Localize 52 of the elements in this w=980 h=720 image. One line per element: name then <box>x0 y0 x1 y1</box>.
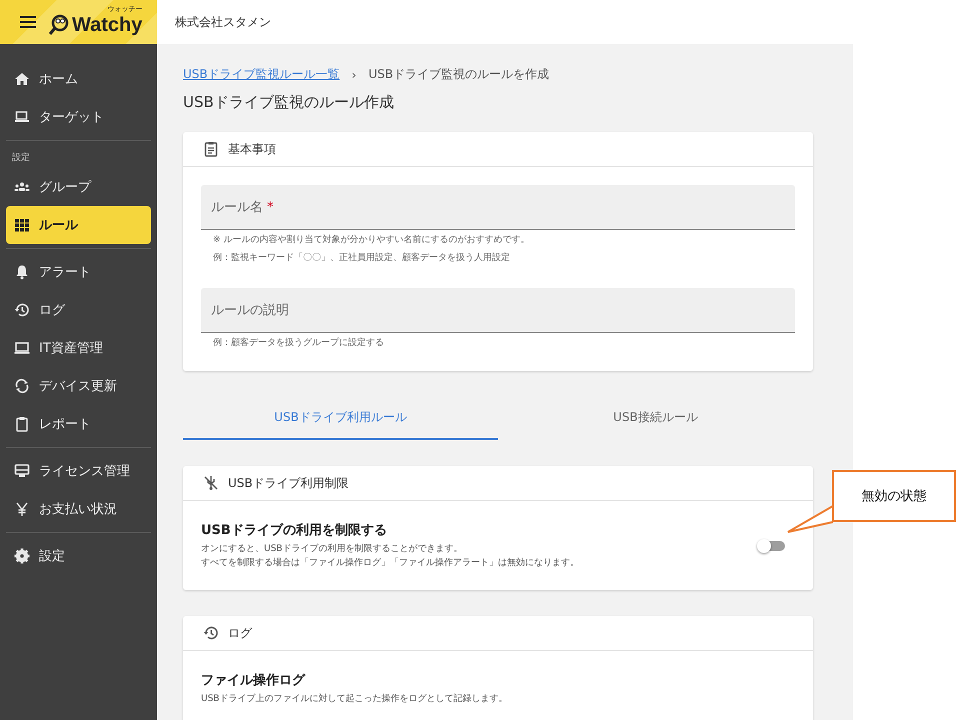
yen-icon <box>14 501 30 517</box>
clipboard-icon <box>14 416 30 432</box>
sidebar-item[interactable]: お支払い状況 <box>6 490 151 528</box>
section-label: 設定 <box>11 152 31 165</box>
magnifier-icon <box>48 14 70 36</box>
card-title: ログ <box>228 624 252 642</box>
home-icon <box>14 71 30 87</box>
card-title: USBドライブ利用制限 <box>228 474 349 492</box>
setting-description: USBドライブ上のファイルに対して起こった操作をログとして記録します。 <box>201 692 508 706</box>
input-field[interactable]: ルール名 * <box>201 185 795 230</box>
toggle-switch[interactable] <box>757 538 785 552</box>
gear-icon <box>14 548 30 564</box>
grid-icon <box>14 217 30 233</box>
breadcrumb-separator: › <box>352 68 356 82</box>
tab[interactable]: USBドライブ利用ルール <box>183 397 498 440</box>
company-name: 株式会社スタメン <box>175 14 271 30</box>
laptop-icon <box>14 340 30 356</box>
sidebar-item[interactable]: デバイス更新 <box>6 367 151 405</box>
breadcrumb-current: USBドライブ監視のルールを作成 <box>368 66 550 83</box>
input-field[interactable]: ルールの説明 <box>201 288 795 333</box>
setting-name: USBドライブの利用を制限する <box>201 522 388 539</box>
sidebar-item[interactable]: アラート <box>6 253 151 291</box>
sidebar-item[interactable]: ホーム <box>6 60 151 98</box>
field-hint: 例：監視キーワード「〇〇」、正社員用設定、顧客データを扱う人用設定 <box>212 252 511 265</box>
sidebar-item[interactable]: レポート <box>6 405 151 443</box>
sidebar-item[interactable]: ライセンス管理 <box>6 452 151 490</box>
callout-label: 無効の状態 <box>832 470 956 522</box>
clipboard-icon <box>203 141 219 157</box>
bell-icon <box>14 264 30 280</box>
history-icon <box>14 302 30 318</box>
setting-description: すべてを制限する場合は「ファイル操作ログ」「ファイル操作アラート」は無効になります。 <box>201 556 580 570</box>
refresh-icon <box>14 378 30 394</box>
sidebar-item[interactable]: ログ <box>6 291 151 329</box>
menu-icon[interactable] <box>20 16 36 28</box>
setting-name: ファイル操作ログ <box>201 672 306 689</box>
card-title: 基本事項 <box>228 140 276 158</box>
setting-description: オンにすると、USBドライブの利用を制限することができます。 <box>201 542 464 556</box>
page-title: USBドライブ監視のルール作成 <box>183 93 395 112</box>
sidebar-item[interactable]: ルール <box>6 206 151 244</box>
sidebar-item[interactable]: グループ <box>6 168 151 206</box>
tab[interactable]: USB接続ルール <box>498 397 813 440</box>
sidebar-item[interactable]: IT資産管理 <box>6 329 151 367</box>
field-hint: 例：顧客データを扱うグループに設定する <box>212 336 385 350</box>
logo-text: Watchy <box>72 14 142 36</box>
field-hint: ※ ルールの内容や割り当て対象が分かりやすい名前にするのがおすすめです。 <box>212 234 530 247</box>
history-icon <box>203 625 219 641</box>
laptop-icon <box>14 109 30 125</box>
usb-off-icon <box>203 475 219 491</box>
sidebar-item[interactable]: 設定 <box>6 537 151 575</box>
sidebar-item[interactable]: ターゲット <box>6 98 151 136</box>
breadcrumb-link[interactable]: USBドライブ監視ルール一覧 <box>183 66 340 83</box>
monitor-icon <box>14 463 30 479</box>
